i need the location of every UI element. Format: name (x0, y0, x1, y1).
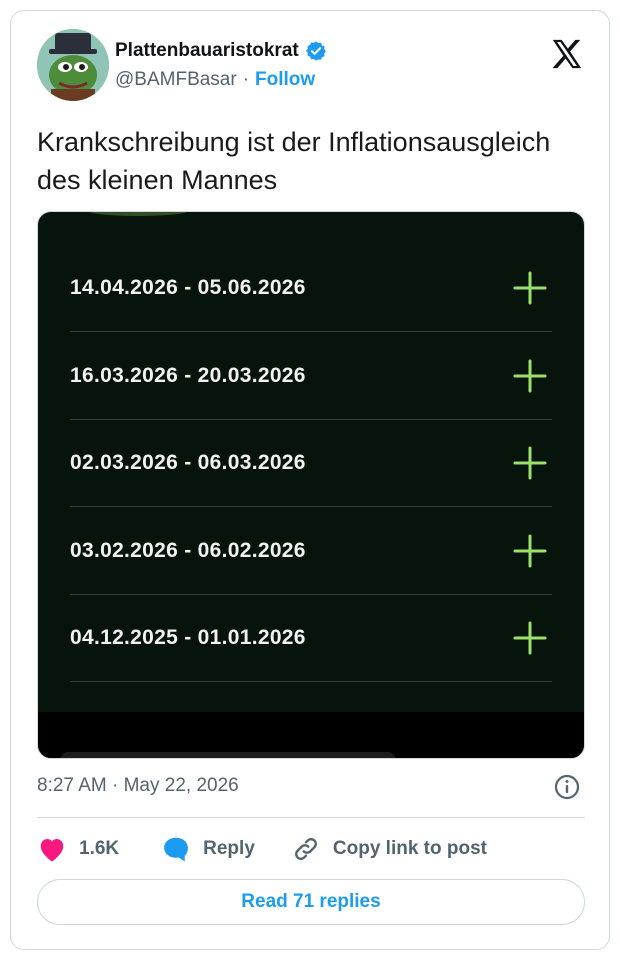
date-range-label: 02.03.2026 - 06.03.2026 (70, 450, 306, 474)
x-logo-icon[interactable] (549, 37, 585, 71)
info-icon[interactable] (553, 773, 581, 801)
avatar[interactable] (37, 29, 109, 101)
tweet-media[interactable]: 14.04.2026 - 05.06.2026 16.03.2026 - 20.… (37, 211, 585, 759)
reply-label: Reply (203, 838, 255, 859)
timestamp[interactable]: 8:27 AM · May 22, 2026 (37, 775, 239, 797)
tweet-card: Plattenbauaristokrat @BAMFBasar · Follow… (10, 10, 610, 950)
like-button[interactable]: 1.6K (37, 835, 161, 863)
verified-badge-icon (305, 41, 326, 61)
date-range-label: 03.02.2026 - 06.02.2026 (70, 538, 306, 562)
tweet-text: Krankschreibung ist der Inflationsausgle… (37, 127, 551, 195)
handle-row: @BAMFBasar · Follow (115, 69, 327, 91)
display-name[interactable]: Plattenbauaristokrat (115, 40, 299, 62)
media-top-glow (88, 212, 188, 216)
heart-icon (40, 839, 64, 862)
like-count: 1.6K (79, 838, 120, 859)
plus-icon[interactable] (512, 270, 548, 306)
reply-button[interactable]: Reply (161, 835, 255, 863)
plus-icon[interactable] (512, 358, 548, 394)
date-range-row[interactable]: 02.03.2026 - 06.03.2026 (70, 419, 552, 507)
plus-icon[interactable] (512, 533, 548, 569)
divider (37, 817, 585, 818)
copy-link-label: Copy link to post (332, 838, 487, 859)
copy-link-button[interactable]: Copy link to post (291, 835, 487, 863)
follow-button[interactable]: Follow (255, 69, 315, 91)
date-range-row[interactable]: 03.02.2026 - 06.02.2026 (70, 507, 552, 595)
separator-dot: · (242, 69, 250, 90)
date-range-label: 16.03.2026 - 20.03.2026 (70, 363, 306, 387)
avatar-image (37, 29, 109, 101)
date-range-row[interactable]: 14.04.2026 - 05.06.2026 (70, 244, 552, 332)
date-range-label: 04.12.2025 - 01.01.2026 (70, 625, 306, 649)
date-range-row[interactable]: 04.12.2025 - 01.01.2026 (70, 594, 552, 682)
link-icon (294, 838, 317, 860)
action-bar: 1.6K Reply Copy link to post (37, 831, 487, 867)
speech-bubble-icon (164, 837, 189, 862)
handle[interactable]: @BAMFBasar (115, 69, 237, 91)
author-block: Plattenbauaristokrat @BAMFBasar · Follow (115, 39, 327, 91)
date-range-row[interactable]: 16.03.2026 - 20.03.2026 (70, 332, 552, 420)
name-row: Plattenbauaristokrat (115, 39, 327, 63)
read-replies-button[interactable]: Read 71 replies (37, 879, 585, 925)
date-range-label: 14.04.2026 - 05.06.2026 (70, 275, 306, 299)
plus-icon[interactable] (512, 445, 548, 481)
plus-icon[interactable] (512, 620, 548, 656)
media-bottom-pill (60, 752, 396, 758)
